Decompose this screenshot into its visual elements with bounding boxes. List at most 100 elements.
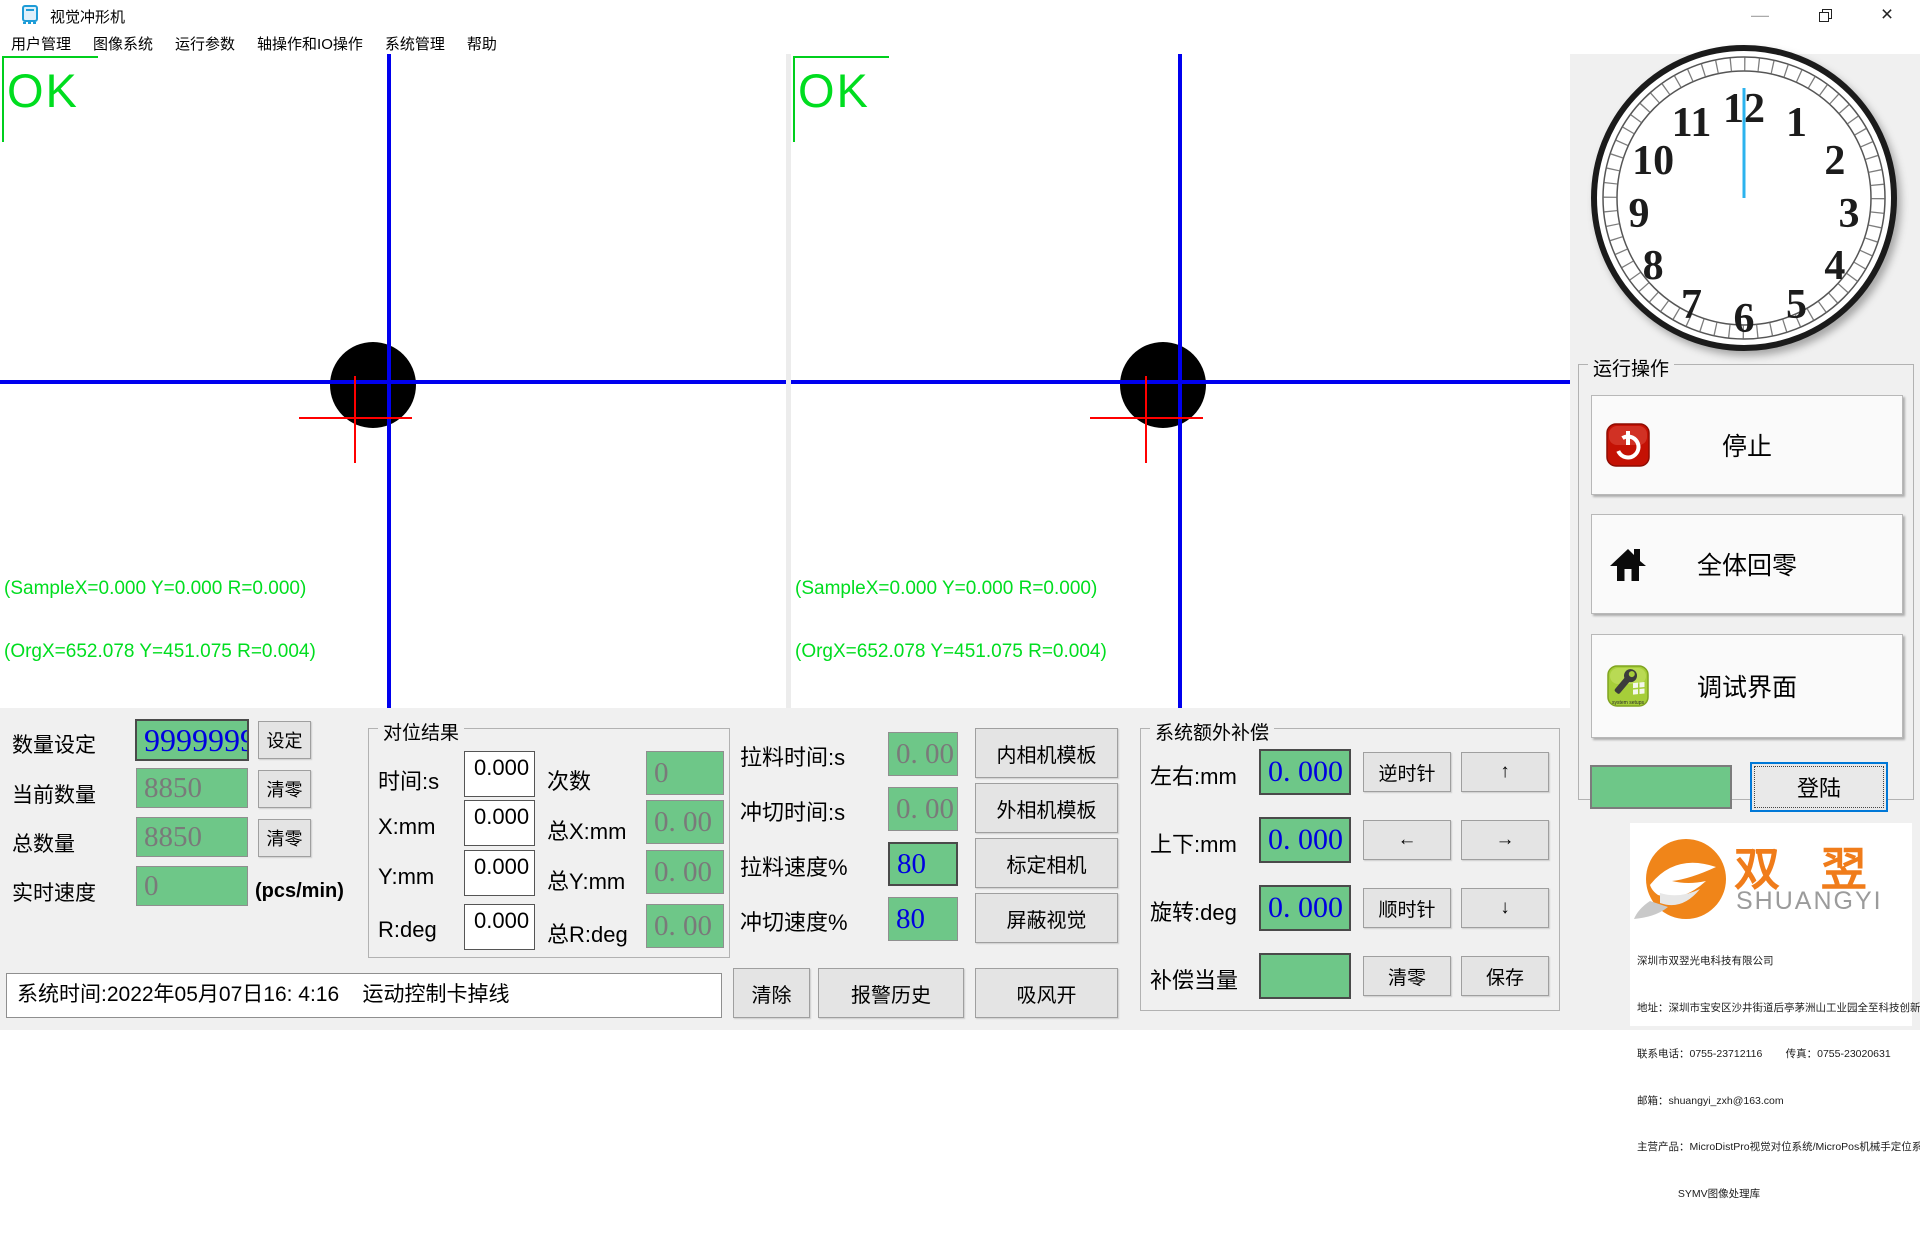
camera-right-org-text: (OrgX=652.078 Y=451.075 R=0.004) <box>795 641 1107 662</box>
total-y-field[interactable]: 0. 00 <box>646 850 724 894</box>
move-right-button[interactable]: → <box>1461 820 1549 860</box>
camera-right-status: OK <box>793 56 889 142</box>
camera-right-mark-vertical <box>1145 376 1147 463</box>
compensation-title: 系统额外补偿 <box>1150 718 1274 745</box>
ccw-button[interactable]: 逆时针 <box>1363 752 1451 792</box>
camera-left-mark-vertical <box>354 376 356 463</box>
quantity-set-field[interactable]: 9999999 <box>135 719 249 761</box>
current-qty-field[interactable]: 8850 <box>136 768 248 808</box>
title-bar: 视觉冲形机 — × <box>0 0 1920 30</box>
camera-left-org-text: (OrgX=652.078 Y=451.075 R=0.004) <box>4 641 316 662</box>
camera-left-readout: (SampleX=0.000 Y=0.000 R=0.000) (OrgX=65… <box>4 536 316 704</box>
clock-number: 9 <box>1629 191 1650 237</box>
mask-vision-button[interactable]: 屏蔽视觉 <box>975 893 1118 943</box>
menu-run-parameters[interactable]: 运行参数 <box>164 30 246 54</box>
punch-speed-field[interactable]: 80 <box>888 897 958 941</box>
clock-number: 3 <box>1839 191 1860 237</box>
bottom-panel: 数量设定 当前数量 总数量 实时速度 9999999 8850 8850 0 设… <box>0 708 1570 1030</box>
realtime-speed-label: 实时速度 <box>12 877 96 907</box>
analog-clock: 12 1 2 3 4 5 6 7 8 9 10 11 <box>1584 38 1904 358</box>
clock-number: 11 <box>1672 100 1712 146</box>
home-all-button[interactable]: 全体回零 <box>1591 514 1903 614</box>
comp-step-label: 补偿当量 <box>1150 963 1238 995</box>
alarm-history-button[interactable]: 报警历史 <box>818 968 964 1018</box>
camera-left-target-blob <box>330 342 416 428</box>
count-label: 次数 <box>547 764 591 796</box>
run-operations-group: 运行操作 停止 全体回零 <box>1578 364 1914 800</box>
pull-time-label: 拉料时间:s <box>740 740 845 772</box>
current-qty-label: 当前数量 <box>12 779 96 809</box>
restore-icon <box>1819 9 1832 22</box>
menu-system-management[interactable]: 系统管理 <box>374 30 456 54</box>
speed-unit-label: (pcs/min) <box>255 880 344 903</box>
punch-time-field[interactable]: 0. 00 <box>888 787 958 831</box>
right-panel: 12 1 2 3 4 5 6 7 8 9 10 11 运行操作 <box>1570 54 1920 1030</box>
up-down-label: 上下:mm <box>1150 827 1237 859</box>
set-quantity-button[interactable]: 设定 <box>258 721 311 759</box>
restore-button[interactable] <box>1800 0 1850 30</box>
comp-save-button[interactable]: 保存 <box>1461 956 1549 996</box>
menu-user-management[interactable]: 用户管理 <box>0 30 82 54</box>
pull-speed-field[interactable]: 80 <box>888 842 958 886</box>
stop-button-label: 停止 <box>1722 427 1772 463</box>
clock-number: 8 <box>1643 243 1664 289</box>
count-field[interactable]: 0 <box>646 751 724 795</box>
system-status-bar: 系统时间:2022年05月07日16: 4:16 运动控制卡掉线 <box>6 973 722 1018</box>
move-down-button[interactable]: ↓ <box>1461 888 1549 928</box>
comp-clear-button[interactable]: 清零 <box>1363 956 1451 996</box>
stop-button[interactable]: 停止 <box>1591 395 1903 495</box>
move-left-button[interactable]: ← <box>1363 820 1451 860</box>
clock-number: 2 <box>1824 138 1845 184</box>
menu-help[interactable]: 帮助 <box>456 30 508 54</box>
total-r-field[interactable]: 0. 00 <box>646 904 724 948</box>
left-right-field[interactable]: 0. 000 <box>1259 749 1351 795</box>
camera-view-left: OK (SampleX=0.000 Y=0.000 R=0.000) (OrgX… <box>0 54 786 708</box>
login-button[interactable]: 登陆 <box>1750 762 1888 812</box>
company-info: 深圳市双翌光电科技有限公司 地址：深圳市宝安区沙井街道后亭茅洲山工业园全至科技创… <box>1637 923 1920 1233</box>
calibrate-camera-button[interactable]: 标定相机 <box>975 838 1118 888</box>
clear-total-qty-button[interactable]: 清零 <box>258 819 311 857</box>
clock-number: 6 <box>1734 296 1755 342</box>
menu-image-system[interactable]: 图像系统 <box>82 30 164 54</box>
outer-camera-template-button[interactable]: 外相机模板 <box>975 783 1118 833</box>
debug-screen-button[interactable]: system setups 调试界面 <box>1591 634 1903 738</box>
pull-speed-label: 拉料速度% <box>740 850 848 882</box>
debug-icon-caption: system setups <box>1612 700 1644 706</box>
total-qty-field[interactable]: 8850 <box>136 817 248 857</box>
company-name: 深圳市双翌光电科技有限公司 <box>1637 954 1920 970</box>
cw-button[interactable]: 顺时针 <box>1363 888 1451 928</box>
camera-right-readout: (SampleX=0.000 Y=0.000 R=0.000) (OrgX=65… <box>795 536 1107 704</box>
move-up-button[interactable]: ↑ <box>1461 752 1549 792</box>
camera-left-status: OK <box>2 56 98 142</box>
close-button[interactable]: × <box>1862 0 1912 30</box>
app-icon <box>21 5 41 25</box>
brand-name-en: SHUANGYI <box>1736 887 1883 916</box>
up-down-field[interactable]: 0. 000 <box>1259 817 1351 863</box>
pull-time-field[interactable]: 0. 00 <box>888 732 958 776</box>
rotate-field[interactable]: 0. 000 <box>1259 885 1351 931</box>
company-products: 主营产品：MicroDistPro视觉对位系统/MicroPos机械手定位系统 <box>1637 1140 1920 1156</box>
r-field[interactable]: 0.000 <box>464 904 535 950</box>
comp-step-field[interactable] <box>1259 953 1351 999</box>
home-icon <box>1606 542 1650 586</box>
clear-current-qty-button[interactable]: 清零 <box>258 770 311 808</box>
minimize-button[interactable]: — <box>1735 0 1785 30</box>
realtime-speed-field[interactable]: 0 <box>136 866 248 906</box>
punch-speed-label: 冲切速度% <box>740 905 848 937</box>
debug-screen-button-label: 调试界面 <box>1697 668 1797 704</box>
total-y-label: 总Y:mm <box>547 864 625 896</box>
total-x-label: 总X:mm <box>547 814 626 846</box>
suction-on-button[interactable]: 吸风开 <box>975 968 1118 1018</box>
time-field[interactable]: 0.000 <box>464 751 535 797</box>
clock-number: 10 <box>1632 138 1674 184</box>
clear-button[interactable]: 清除 <box>733 968 810 1018</box>
menu-axis-io-operation[interactable]: 轴操作和IO操作 <box>246 30 374 54</box>
inner-camera-template-button[interactable]: 内相机模板 <box>975 728 1118 778</box>
login-input[interactable] <box>1590 765 1732 809</box>
x-field[interactable]: 0.000 <box>464 800 535 846</box>
power-icon <box>1606 423 1650 467</box>
y-field[interactable]: 0.000 <box>464 850 535 896</box>
run-operations-title: 运行操作 <box>1588 354 1674 381</box>
compensation-group: 系统额外补偿 左右:mm 上下:mm 旋转:deg 补偿当量 0. 000 0.… <box>1140 728 1560 1011</box>
total-x-field[interactable]: 0. 00 <box>646 800 724 844</box>
